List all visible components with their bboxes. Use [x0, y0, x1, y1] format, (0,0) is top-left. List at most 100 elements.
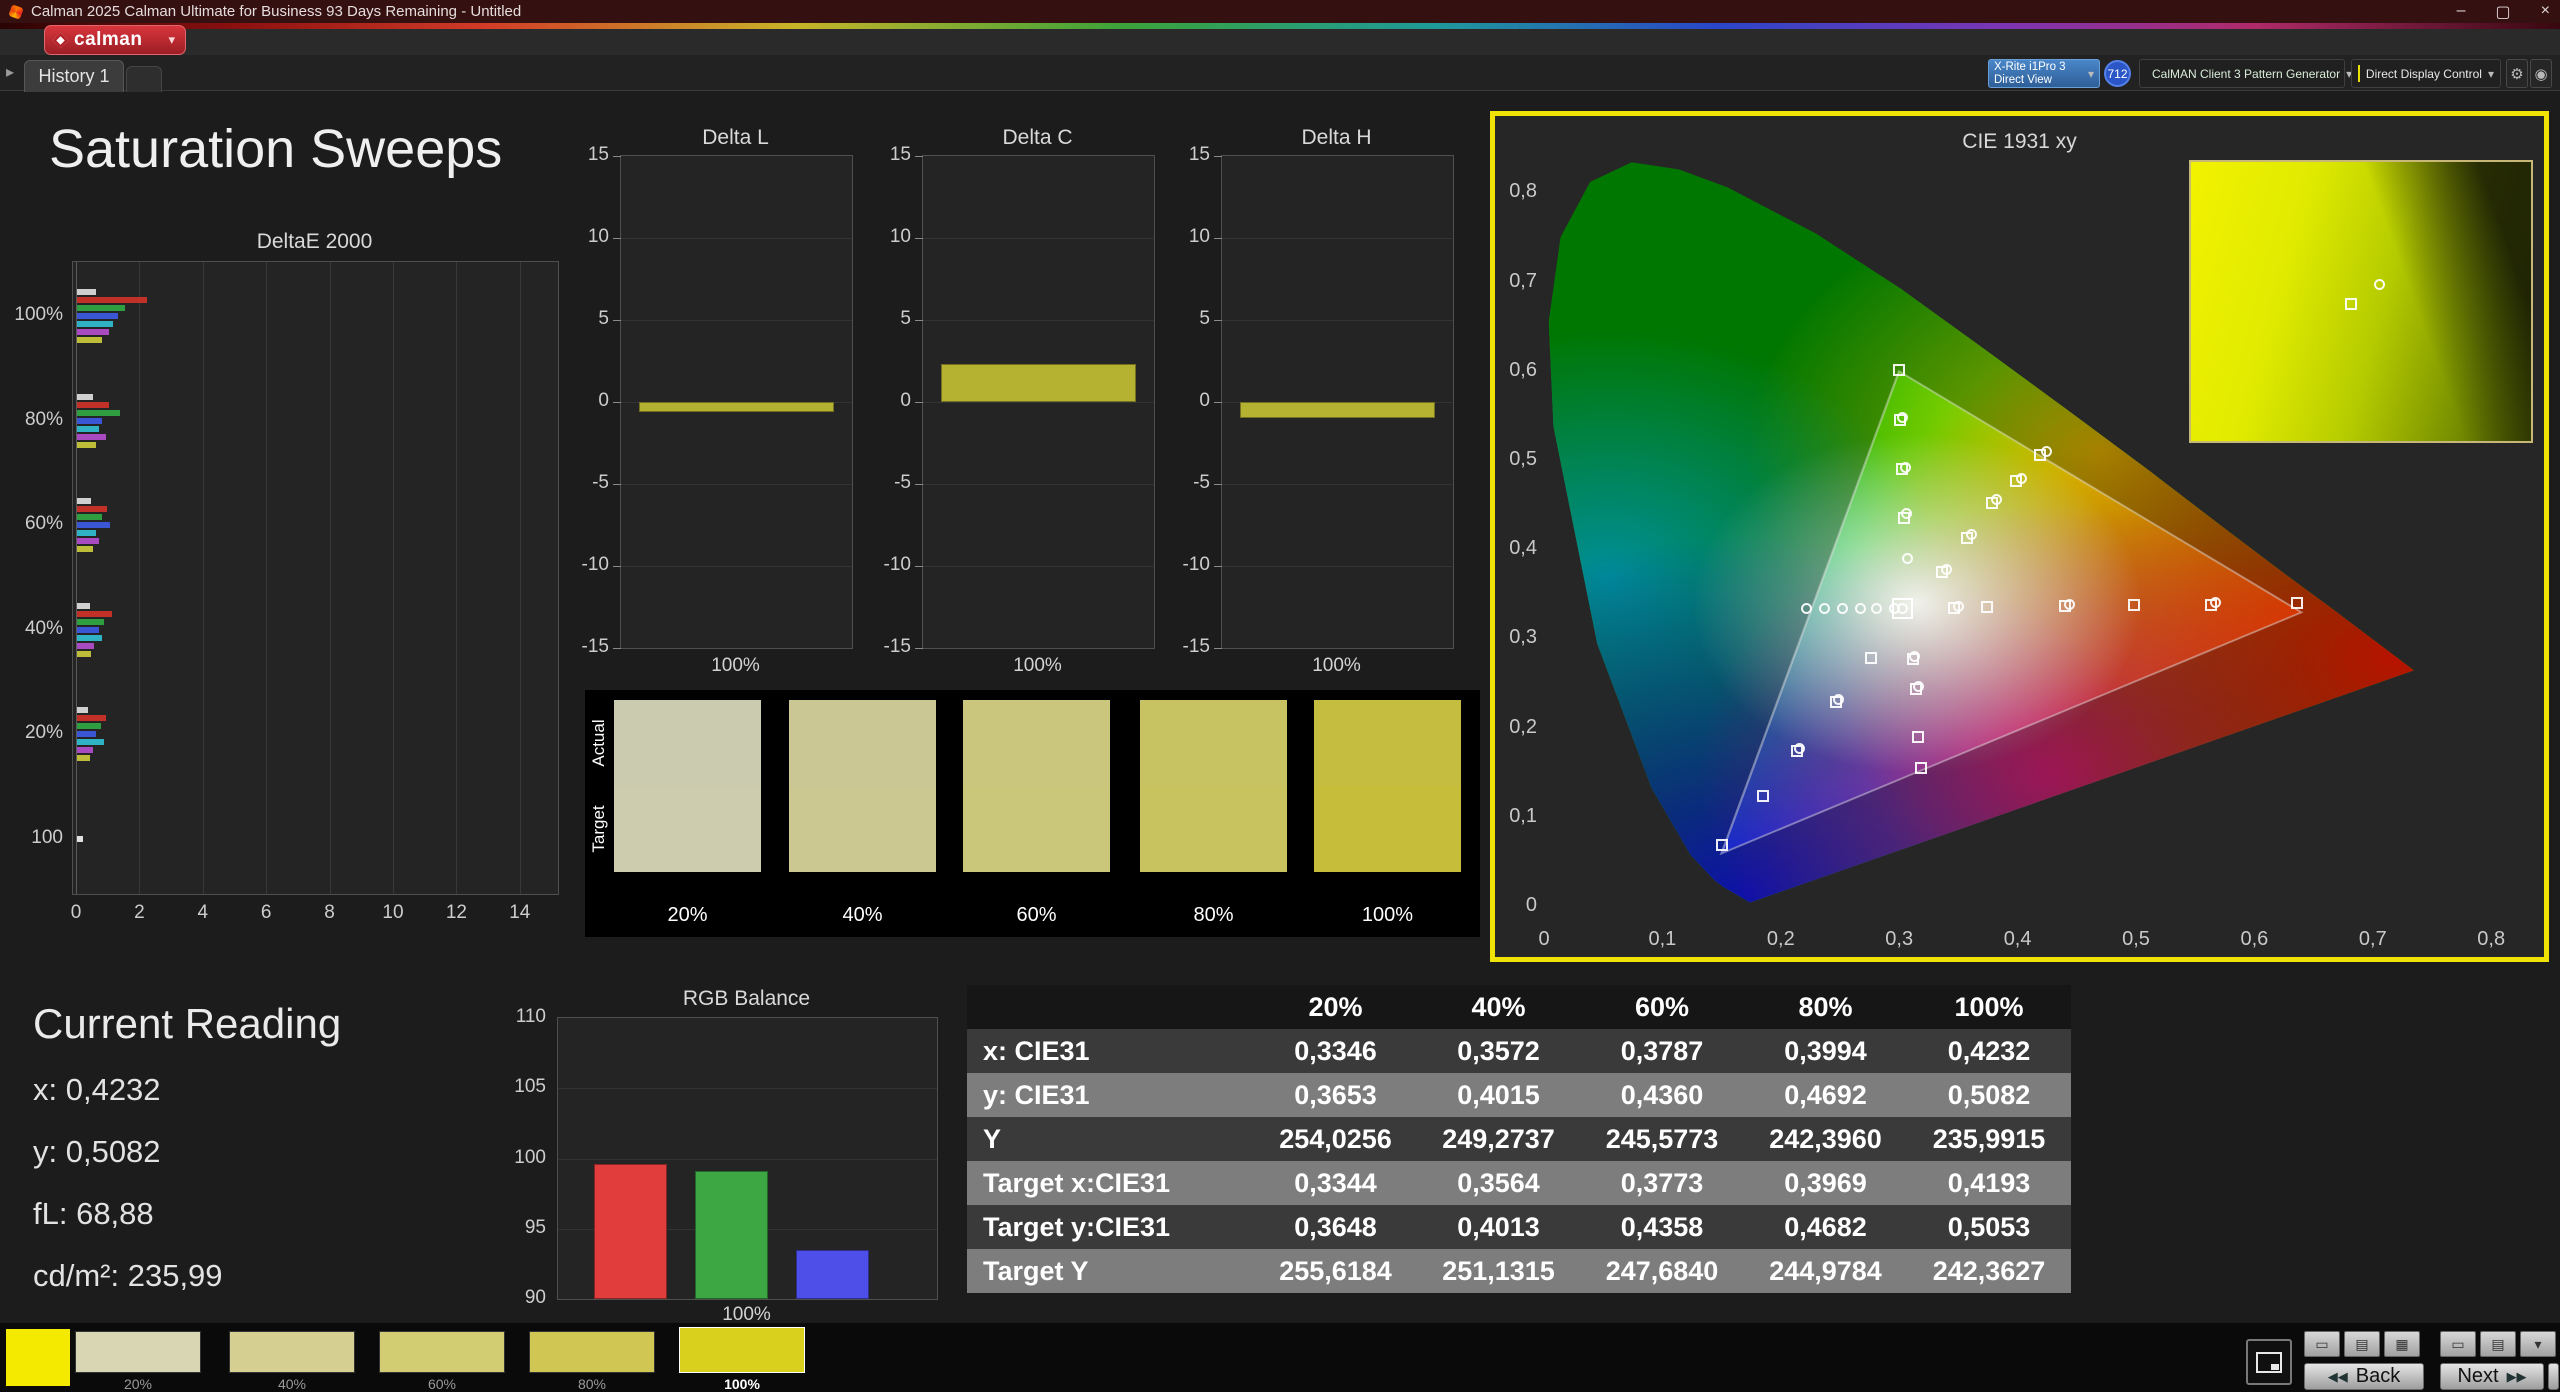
close-icon[interactable]: ×: [2541, 2, 2550, 22]
axis-tick-label: -5: [894, 472, 911, 493]
target-square-marker: [2344, 298, 2357, 311]
gridline: [202, 262, 204, 894]
pattern-window-toggle[interactable]: [2246, 1339, 2292, 1385]
bottom-swatch[interactable]: [679, 1327, 805, 1373]
mini-button-grid[interactable]: ▦: [2384, 1331, 2420, 1357]
table-cell: 0,3787: [1620, 1035, 1704, 1066]
report-icon: ▤: [2355, 1335, 2369, 1352]
display-control-button[interactable]: Direct Display Control ▾: [2351, 59, 2501, 88]
meter-button[interactable]: X-Rite i1Pro 3 Direct View ▾: [1988, 59, 2100, 88]
axis-tick-label: -5: [592, 472, 609, 493]
settings-button[interactable]: ⚙: [2506, 59, 2528, 88]
tick-mark: [915, 156, 923, 157]
bottom-swatch-label: 20%: [123, 1376, 153, 1392]
measured-circle-marker: [2209, 597, 2221, 609]
display-icon: ▭: [2451, 1335, 2465, 1352]
power-button[interactable]: ◉: [2530, 59, 2552, 88]
mini-button-display[interactable]: ▭: [2304, 1331, 2340, 1357]
target-swatch: [789, 786, 936, 872]
next-options-button[interactable]: [2548, 1363, 2559, 1390]
axis-tick-label: -10: [581, 554, 609, 575]
swatch-label: 40%: [842, 904, 883, 926]
bottom-swatch[interactable]: [75, 1331, 201, 1373]
gridline: [329, 262, 331, 894]
grid-icon: ▦: [2395, 1335, 2409, 1352]
gridline: [393, 262, 394, 894]
actual-swatch: [1314, 700, 1461, 786]
deltae-bar: [77, 723, 101, 730]
mini-button-report-2[interactable]: ▤: [2480, 1331, 2516, 1357]
table-cell: 0,3648: [1294, 1211, 1377, 1242]
table-cell: 242,3627: [1932, 1255, 2046, 1286]
axis-tick-label: -15: [1182, 636, 1210, 657]
bottom-swatch[interactable]: [529, 1331, 655, 1373]
axis-line: [76, 262, 77, 894]
calman-logo-label: calman: [74, 29, 143, 50]
axis-tick-label: 12: [445, 902, 467, 923]
axis-tick-label: 60%: [24, 513, 63, 535]
next-button[interactable]: Next ▶▶: [2440, 1363, 2544, 1390]
axis-tick-label: 15: [1188, 144, 1210, 165]
bottom-swatch[interactable]: [379, 1331, 505, 1373]
meter-status-badge[interactable]: 712: [2104, 60, 2131, 87]
pattern-generator-button[interactable]: CalMAN Client 3 Pattern Generator ▾: [2139, 59, 2352, 88]
measurement-table: 20% 40% 60% 80% 100% x: CIE31 0,3346 0,3572 0,37…: [967, 985, 2071, 1293]
rgb-balance-chart: 110 105 100 95 90: [514, 1006, 938, 1308]
axis-tick-label: 5: [1199, 308, 1210, 329]
maximize-icon[interactable]: ▢: [2496, 2, 2511, 22]
mini-button-report[interactable]: ▤: [2344, 1331, 2380, 1357]
tab-history-1[interactable]: History 1: [24, 60, 124, 92]
deltae-bar: [77, 610, 112, 617]
axis-tick-label: 110: [515, 1006, 546, 1027]
selected-point-marker: [1892, 597, 1914, 619]
gridline: [1222, 238, 1453, 239]
tick-mark: [1214, 238, 1222, 239]
back-button[interactable]: ◀◀ Back: [2304, 1363, 2424, 1390]
tick-mark: [613, 320, 621, 321]
table-cell: 0,3346: [1294, 1035, 1377, 1066]
bottom-swatch[interactable]: [229, 1331, 355, 1373]
tick-mark: [915, 402, 923, 403]
measured-circle-marker: [1901, 552, 1913, 564]
delta-h-x-label: 100%: [1312, 655, 1361, 676]
blue-bar: [796, 1249, 869, 1299]
measured-circle-marker: [1897, 411, 1909, 423]
table-cell: 0,4013: [1457, 1211, 1540, 1242]
axis-tick-label: 0,7: [1509, 269, 1537, 292]
axis-tick-label: 4: [197, 902, 209, 923]
delta_c-bar: [941, 364, 1136, 402]
deltae-bar: [77, 739, 104, 746]
table-header-row: 20% 40% 60% 80% 100%: [967, 985, 2071, 1029]
back-arrows-icon: ◀◀: [2327, 1368, 2348, 1384]
table-cell: 249,2737: [1442, 1123, 1555, 1154]
axis-tick-label: 0,8: [2477, 928, 2506, 950]
gridline: [923, 238, 1154, 239]
table-cell: 0,3969: [1784, 1167, 1867, 1198]
table-header-cell: 60%: [1634, 991, 1690, 1022]
tick-mark: [915, 566, 923, 567]
tick-mark: [613, 156, 621, 157]
tick-mark: [915, 484, 923, 485]
calman-menu-button[interactable]: calman ▾: [44, 25, 186, 55]
deltae-bar: [77, 506, 108, 513]
deltae-bar: [77, 546, 93, 553]
mini-button-more[interactable]: ▾: [2520, 1331, 2556, 1357]
axis-tick-label: 100%: [14, 304, 63, 325]
mini-button-display-2[interactable]: ▭: [2440, 1331, 2476, 1357]
axis-tick-label: 10: [382, 902, 404, 923]
tab-stub[interactable]: [126, 66, 162, 92]
table-cell: 0,4232: [1947, 1035, 2031, 1066]
chevron-down-icon: ▾: [2534, 1335, 2542, 1352]
target-swatch: [1140, 786, 1287, 872]
delta-c-x-label: 100%: [1013, 655, 1062, 676]
table-row-label: y: CIE31: [983, 1079, 1090, 1110]
deltae-bar: [77, 618, 104, 625]
minimize-icon[interactable]: –: [2457, 2, 2466, 22]
deltae-bar: [77, 498, 92, 505]
tick-mark: [613, 238, 621, 239]
panel-expander-icon[interactable]: ▸: [6, 62, 14, 82]
gridline: [519, 262, 521, 894]
tick-mark: [1214, 402, 1222, 403]
deltae-bar: [77, 417, 103, 424]
swatch-label: 60%: [1016, 904, 1057, 926]
